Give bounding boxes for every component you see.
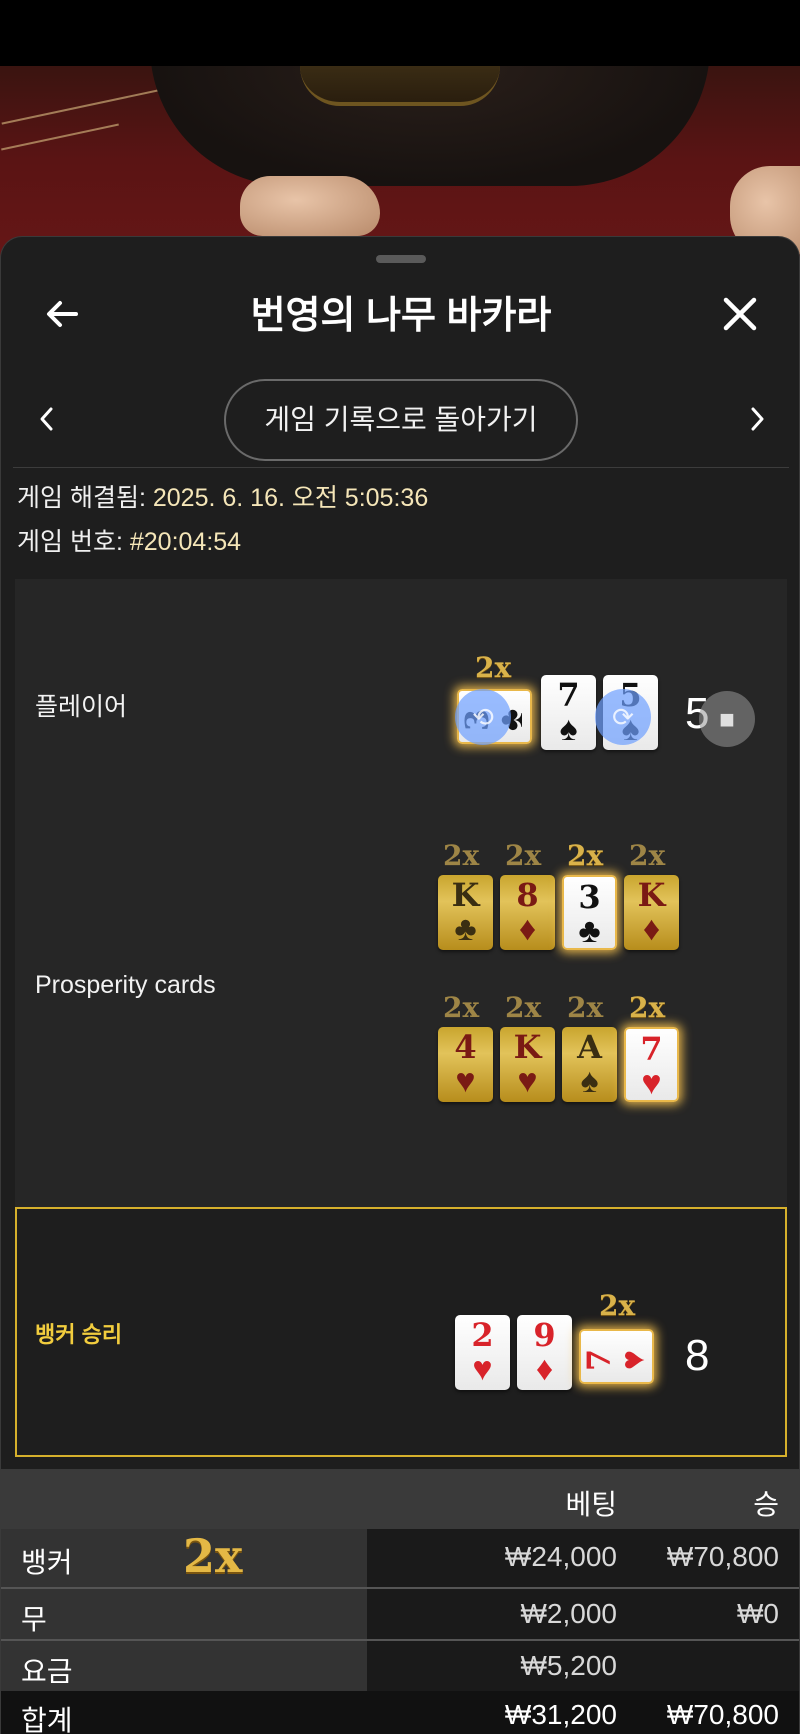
card-suit: ♦	[642, 910, 661, 948]
prosperity-multiplier: 2x	[629, 839, 666, 872]
bet-label: 요금	[21, 1656, 73, 1687]
card-rank: 3	[578, 878, 601, 916]
card-suit: ♣	[454, 910, 477, 948]
chevron-left-icon	[40, 407, 53, 431]
prosperity-card: K ♣	[438, 875, 493, 950]
close-icon	[723, 297, 757, 331]
sheet-drag-handle[interactable]	[376, 255, 426, 263]
card-suit: ♥	[614, 1349, 653, 1371]
card-rank: 8	[516, 876, 539, 914]
prosperity-multiplier: 2x	[505, 839, 542, 872]
card-rank: 7	[640, 1030, 663, 1068]
prosperity-card: 8 ♦	[500, 875, 555, 950]
table-total-row: 합계 ₩31,200 ₩70,800	[1, 1691, 799, 1734]
prosperity-multiplier: 2x	[567, 991, 604, 1024]
round-navigation: 게임 기록으로 돌아가기	[1, 373, 799, 463]
dealer-hand	[240, 176, 380, 236]
round-value: #20:04:54	[129, 528, 242, 556]
round-label: 게임 번호:	[17, 528, 123, 556]
banker-multiplier: 2x	[599, 1289, 636, 1322]
dealer-belt	[300, 66, 500, 106]
player-card-2: 7 ♠	[541, 675, 596, 750]
card-suit: ♣	[578, 912, 601, 950]
table-header: 베팅 승	[1, 1469, 799, 1529]
card-suit: ♦	[518, 910, 537, 948]
banker-result: 뱅커 승리 2 ♥ 9 ♦ 2x 7 ♥ 8	[15, 1207, 787, 1457]
resolved-time: 게임 해결됨: 2025. 6. 16. 오전 5:05:36	[17, 483, 428, 513]
card-suit: ♥	[455, 1062, 476, 1100]
banker-card-2: 9 ♦	[517, 1315, 572, 1390]
round-id: 게임 번호: #20:04:54	[17, 527, 241, 557]
prosperity-multiplier: 2x	[629, 991, 666, 1024]
table-felt-line	[1, 123, 119, 151]
card-suit: ♥	[472, 1350, 493, 1388]
card-rank: A	[577, 1028, 602, 1066]
bet-label: 뱅커	[21, 1547, 73, 1578]
card-suit: ♦	[535, 1350, 554, 1388]
table-row: 뱅커 2x ₩24,000 ₩70,800	[1, 1529, 799, 1587]
divider	[13, 467, 789, 468]
player-label: 플레이어	[35, 693, 128, 721]
prosperity-card: A ♠	[562, 1027, 617, 1102]
prosperity-card: 4 ♥	[438, 1027, 493, 1102]
total-label: 합계	[21, 1705, 73, 1734]
banker-score: 8	[685, 1331, 710, 1380]
back-button[interactable]	[37, 289, 87, 339]
card-suit: ♠	[559, 710, 578, 748]
chevron-right-icon	[751, 407, 764, 431]
replay-icon[interactable]: ⟲	[455, 689, 511, 745]
bet-amount: ₩2,000	[520, 1598, 618, 1629]
table-felt-line	[1, 89, 159, 125]
game-history-sheet: 번영의 나무 바카라 게임 기록으로 돌아가기 게임 해결됨: 2025. 6.…	[0, 236, 800, 1734]
total-bet: ₩31,200	[504, 1699, 617, 1730]
table-row: 무 ₩2,000 ₩0	[1, 1589, 799, 1639]
prosperity-multiplier: 2x	[505, 991, 542, 1024]
prosperity-multiplier: 2x	[443, 991, 480, 1024]
total-win: ₩70,800	[666, 1699, 779, 1730]
card-rank: K	[513, 1028, 542, 1066]
prosperity-multiplier: 2x	[443, 839, 480, 872]
win-amount: ₩0	[737, 1598, 779, 1629]
row-label-cell	[1, 1589, 367, 1639]
bet-multiplier: 2x	[183, 1529, 243, 1583]
card-suit: ♠	[580, 1062, 599, 1100]
win-amount: ₩70,800	[666, 1541, 779, 1572]
table-row: 요금 ₩5,200	[1, 1641, 799, 1691]
next-round-button[interactable]	[737, 399, 777, 439]
card-rank: 7	[557, 676, 580, 714]
sheet-header: 번영의 나무 바카라	[1, 267, 799, 367]
card-rank: 4	[454, 1028, 477, 1066]
banker-card-1: 2 ♥	[455, 1315, 510, 1390]
card-rank: K	[637, 876, 666, 914]
card-rank: 9	[533, 1316, 556, 1354]
back-to-history-button[interactable]: 게임 기록으로 돌아가기	[224, 379, 578, 461]
refresh-icon[interactable]: ⟳	[595, 689, 651, 745]
card-rank: 2	[471, 1316, 494, 1354]
arrow-left-icon	[47, 301, 78, 327]
prosperity-label: Prosperity cards	[35, 971, 216, 999]
banker-label: 뱅커 승리	[35, 1322, 123, 1347]
banker-card-3: 7 ♥	[579, 1329, 654, 1384]
bet-label: 무	[21, 1604, 47, 1635]
previous-round-button[interactable]	[27, 399, 67, 439]
resolved-value: 2025. 6. 16. 오전 5:05:36	[152, 484, 429, 512]
column-header-bet: 베팅	[565, 1489, 617, 1520]
column-header-win: 승	[753, 1489, 779, 1520]
prosperity-multiplier: 2x	[567, 839, 604, 872]
card-suit: ♥	[517, 1062, 538, 1100]
card-rank: K	[451, 876, 480, 914]
stop-icon[interactable]: ■	[699, 691, 755, 747]
prosperity-card-active: 7 ♥	[624, 1027, 679, 1102]
close-button[interactable]	[715, 289, 765, 339]
bet-amount: ₩24,000	[504, 1541, 617, 1572]
page-title: 번영의 나무 바카라	[250, 295, 552, 337]
resolved-label: 게임 해결됨:	[17, 484, 146, 512]
card-suit: ♥	[641, 1064, 662, 1102]
bet-amount: ₩5,200	[520, 1650, 618, 1681]
prosperity-card-active: 3 ♣	[562, 875, 617, 950]
prosperity-card: K ♦	[624, 875, 679, 950]
player-multiplier: 2x	[475, 651, 512, 684]
prosperity-card: K ♥	[500, 1027, 555, 1102]
card-rank: 7	[580, 1348, 619, 1372]
